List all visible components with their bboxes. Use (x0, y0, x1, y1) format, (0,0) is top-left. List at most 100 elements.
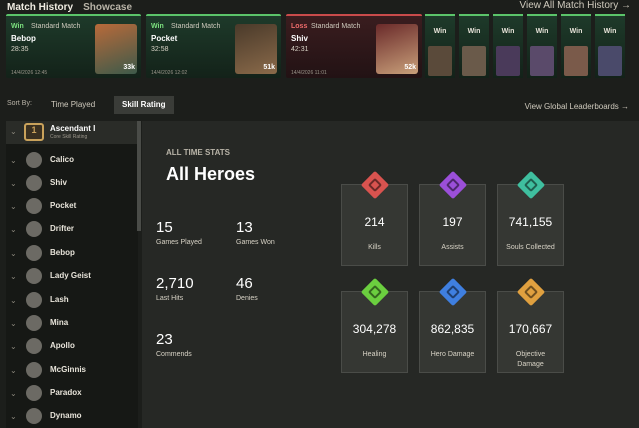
view-all-match-history-link[interactable]: View All Match History → (519, 0, 631, 11)
match-card[interactable]: Win Standard Match Pocket 32:58 14/4/202… (146, 14, 281, 78)
sidebar-item-hero[interactable]: ⌄ Calico (6, 150, 138, 172)
hero-portrait (564, 46, 588, 76)
chevron-down-icon: ⌄ (10, 127, 17, 136)
match-card-small[interactable]: Win (425, 14, 455, 78)
hero-damage-label: Hero Damage (430, 351, 475, 358)
chevron-down-icon: ⌄ (10, 319, 17, 328)
chevron-down-icon: ⌄ (10, 366, 17, 375)
hero-damage-icon (438, 277, 468, 307)
games-won-value: 13 (236, 219, 253, 236)
match-souls: 51k (263, 64, 275, 71)
match-result: Loss (291, 23, 308, 30)
games-won-stat: 13 Games Won (236, 219, 275, 246)
match-duration: 28:35 (11, 46, 29, 53)
healing-label: Healing (362, 351, 387, 358)
denies-value: 46 (236, 275, 253, 292)
sidebar-item-hero[interactable]: ⌄ Shiv (6, 173, 138, 195)
view-global-leaderboards-link[interactable]: View Global Leaderboards → (525, 102, 629, 111)
all-time-stats-label: ALL TIME STATS (166, 148, 230, 157)
kills-icon (360, 170, 390, 200)
healing-value: 304,278 (352, 322, 397, 336)
sidebar-item-hero[interactable]: ⌄ Dynamo (6, 406, 138, 428)
sidebar-item-hero[interactable]: ⌄ Apollo (6, 336, 138, 358)
sidebar-item-hero[interactable]: ⌄ McGinnis (6, 360, 138, 382)
hero-avatar (26, 221, 42, 237)
rank-row[interactable]: ⌄ 1 Ascendant I Core Skill Rating (6, 121, 138, 144)
objective-damage-label: Objective Damage (515, 351, 546, 368)
match-result: Win (433, 28, 447, 35)
hero-name: Lady Geist (50, 271, 91, 280)
sidebar-item-hero[interactable]: ⌄ Lash (6, 290, 138, 312)
chevron-down-icon: ⌄ (10, 272, 17, 281)
chevron-down-icon: ⌄ (10, 156, 17, 165)
hero-portrait (496, 46, 520, 76)
tab-showcase[interactable]: Showcase (83, 2, 132, 13)
tab-match-history[interactable]: Match History (7, 2, 73, 13)
match-card-small[interactable]: Win (459, 14, 489, 78)
match-card-small[interactable]: Win (561, 14, 591, 78)
last-hits-label: Last Hits (156, 295, 184, 302)
match-date: 14/4/2026 12:45 (11, 70, 48, 76)
assists-stat-box: 197 Assists (419, 170, 486, 266)
match-duration: 42:31 (291, 46, 309, 53)
hero-damage-value: 862,835 (430, 322, 475, 336)
match-card[interactable]: Loss Standard Match Shiv 42:31 14/4/2026… (286, 14, 422, 78)
objective-damage-stat-box: 170,667 Objective Damage (497, 277, 564, 373)
last-hits-stat: 2,710 Last Hits (156, 275, 194, 302)
denies-label: Denies (236, 295, 258, 302)
match-type: Standard Match (31, 23, 81, 30)
assists-label: Assists (441, 244, 464, 251)
sidebar-item-hero[interactable]: ⌄ Bebop (6, 243, 138, 265)
sidebar-item-hero[interactable]: ⌄ Lady Geist (6, 266, 138, 288)
match-date: 14/4/2026 11:01 (291, 70, 327, 76)
hero-name: Mina (50, 318, 69, 327)
sidebar-item-hero[interactable]: ⌄ Drifter (6, 219, 138, 241)
commends-stat: 23 Commends (156, 331, 192, 358)
hero-avatar (26, 315, 42, 331)
sidebar-item-hero[interactable]: ⌄ Pocket (6, 196, 138, 218)
assists-value: 197 (442, 215, 463, 229)
hero-name: Dynamo (50, 411, 82, 420)
rank-badge-icon: 1 (24, 123, 44, 141)
match-duration: 32:58 (151, 46, 169, 53)
hero-avatar (26, 198, 42, 214)
match-card-small[interactable]: Win (493, 14, 523, 78)
match-card-small[interactable]: Win (595, 14, 625, 78)
match-result: Win (501, 28, 515, 35)
match-hero: Bebop (11, 34, 36, 43)
sidebar-item-hero[interactable]: ⌄ Paradox (6, 383, 138, 405)
objective-damage-value: 170,667 (508, 322, 553, 336)
hero-avatar (26, 408, 42, 424)
last-hits-value: 2,710 (156, 275, 194, 292)
match-card-small[interactable]: Win (527, 14, 557, 78)
commends-value: 23 (156, 331, 173, 348)
match-type: Standard Match (311, 23, 361, 30)
hero-avatar (26, 152, 42, 168)
match-history-strip: Win Standard Match Bebop 28:35 14/4/2026… (6, 14, 639, 80)
chevron-down-icon: ⌄ (10, 342, 17, 351)
commends-label: Commends (156, 351, 192, 358)
match-result: Win (535, 28, 549, 35)
match-card[interactable]: Win Standard Match Bebop 28:35 14/4/2026… (6, 14, 141, 78)
hero-avatar (26, 175, 42, 191)
sort-skill-rating-button[interactable]: Skill Rating (114, 96, 174, 114)
match-result: Win (11, 23, 24, 30)
games-won-label: Games Won (236, 239, 275, 246)
games-played-value: 15 (156, 219, 173, 236)
hero-avatar (26, 338, 42, 354)
chevron-down-icon: ⌄ (10, 296, 17, 305)
hero-avatar (26, 292, 42, 308)
sidebar-item-hero[interactable]: ⌄ Mina (6, 313, 138, 335)
sort-bar: Sort By: Time Played Skill Rating View G… (0, 96, 639, 118)
souls-collected-value: 741,155 (508, 215, 553, 229)
healing-stat-box: 304,278 Healing (341, 277, 408, 373)
hero-name: Pocket (50, 201, 77, 210)
sidebar-scrollbar[interactable] (137, 121, 141, 231)
hero-sidebar: ⌄ 1 Ascendant I Core Skill Rating ⌄ Calic… (6, 121, 138, 428)
sort-time-played-button[interactable]: Time Played (43, 96, 103, 114)
objective-damage-icon (516, 277, 546, 307)
hero-portrait (530, 46, 554, 76)
match-hero: Pocket (151, 34, 178, 43)
hero-name: Drifter (50, 224, 75, 233)
souls-collected-label: Souls Collected (506, 244, 555, 251)
